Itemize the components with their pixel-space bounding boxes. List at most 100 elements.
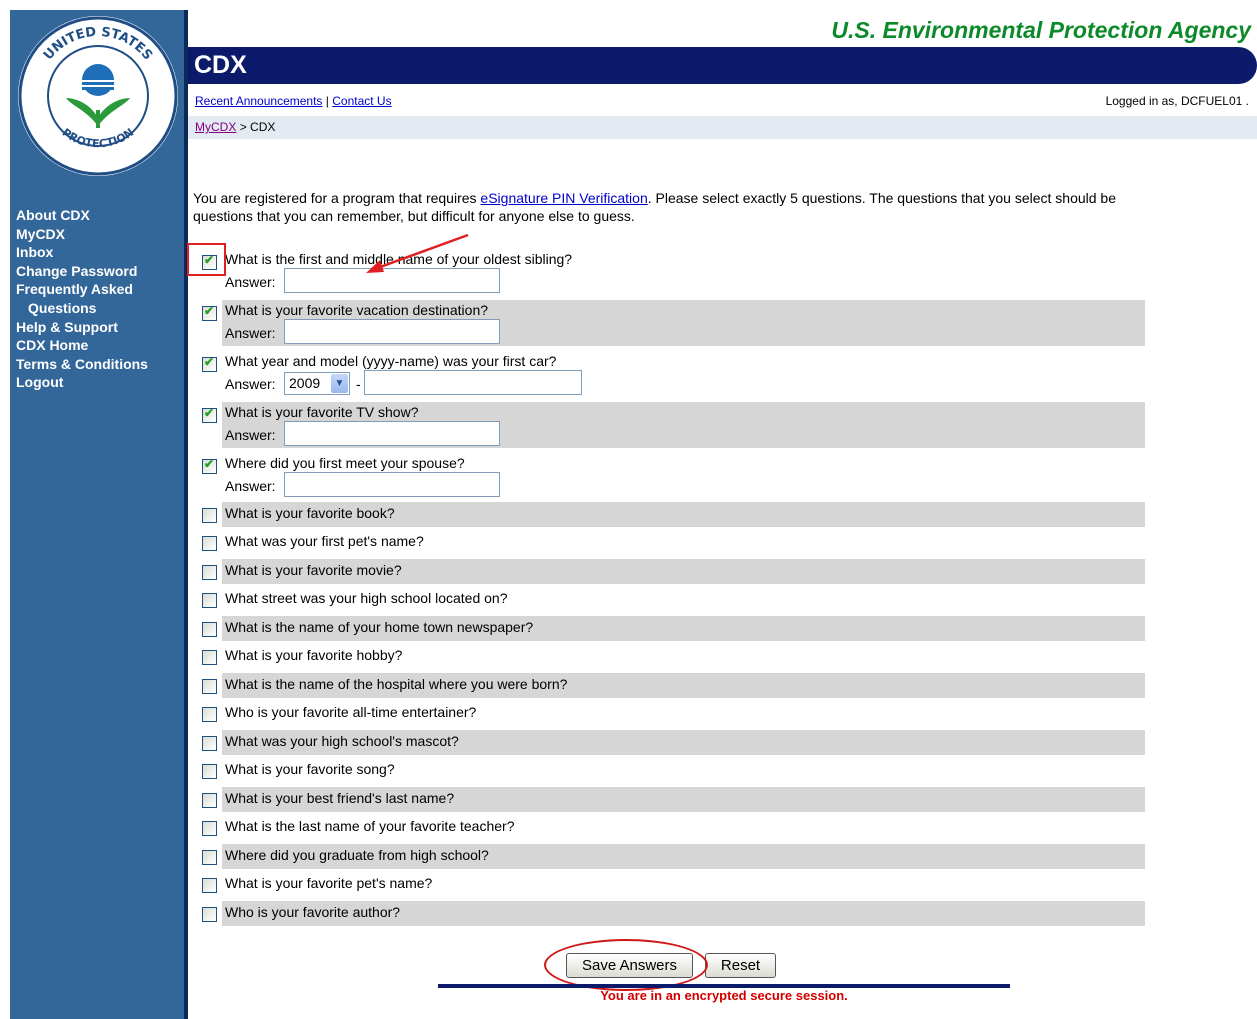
breadcrumb-current: CDX xyxy=(250,120,276,134)
question-text: What is your favorite hobby? xyxy=(225,647,403,663)
check-icon: ✔ xyxy=(204,457,215,471)
question-checkbox[interactable] xyxy=(202,793,217,808)
question-row: ✔ What is the first and middle name of y… xyxy=(194,249,1145,295)
answer-input[interactable] xyxy=(284,472,500,497)
sidebar: UNITED STATES PROTECTION About CDX MyCDX… xyxy=(10,10,188,1019)
question-row: ✔ What is your favorite vacation destina… xyxy=(194,300,1145,346)
question-text: What was your first pet's name? xyxy=(225,533,424,549)
answer-label: Answer: xyxy=(225,376,276,392)
link-separator: | xyxy=(325,94,329,108)
year-select-value: 2009 xyxy=(289,375,321,391)
answer-label: Answer: xyxy=(225,427,276,443)
breadcrumb-mycdx[interactable]: MyCDX xyxy=(195,120,236,134)
intro-text: You are registered for a program that re… xyxy=(193,189,1153,225)
question-row: What is the last name of your favorite t… xyxy=(194,815,1145,840)
question-text: What is your favorite book? xyxy=(225,505,395,521)
question-text: What is the name of your home town newsp… xyxy=(225,619,534,635)
nav-change-password[interactable]: Change Password xyxy=(16,262,148,281)
question-checkbox[interactable] xyxy=(202,878,217,893)
nav-mycdx[interactable]: MyCDX xyxy=(16,225,148,244)
breadcrumb-sep: > xyxy=(239,120,247,134)
question-checkbox[interactable]: ✔ xyxy=(202,304,217,321)
question-checkbox[interactable] xyxy=(202,907,217,922)
question-row: What is your favorite movie? xyxy=(194,559,1145,584)
question-text: Where did you graduate from high school? xyxy=(225,847,489,863)
check-icon: ✔ xyxy=(204,406,215,420)
question-row: Where did you graduate from high school? xyxy=(194,844,1145,869)
question-row: What was your high school's mascot? xyxy=(194,730,1145,755)
check-icon: ✔ xyxy=(204,304,215,318)
answer-label: Answer: xyxy=(225,325,276,341)
question-row: What is your favorite book? xyxy=(194,502,1145,527)
title-bar: CDX xyxy=(188,47,1257,84)
question-row: ✔ What is your favorite TV show? Answer: xyxy=(194,402,1145,448)
question-checkbox[interactable] xyxy=(202,650,217,665)
question-row: What is your favorite hobby? xyxy=(194,644,1145,669)
nav-faq-line2[interactable]: Questions xyxy=(16,299,148,318)
question-text: Who is your favorite all-time entertaine… xyxy=(225,704,477,720)
question-checkbox[interactable] xyxy=(202,536,217,551)
question-checkbox[interactable] xyxy=(202,850,217,865)
question-checkbox[interactable] xyxy=(202,508,217,523)
save-answers-button[interactable]: Save Answers xyxy=(566,953,693,978)
contact-us-link[interactable]: Contact Us xyxy=(332,94,391,108)
nav-inbox[interactable]: Inbox xyxy=(16,243,148,262)
question-checkbox[interactable] xyxy=(202,736,217,751)
question-text: What street was your high school located… xyxy=(225,590,508,606)
question-checkbox[interactable] xyxy=(202,593,217,608)
question-checkbox[interactable] xyxy=(202,565,217,580)
answer-input[interactable] xyxy=(284,421,500,446)
recent-announcements-link[interactable]: Recent Announcements xyxy=(195,94,322,108)
answer-input[interactable] xyxy=(284,319,500,344)
reset-button[interactable]: Reset xyxy=(705,953,776,978)
question-row: What is your favorite song? xyxy=(194,758,1145,783)
year-model-dash: - xyxy=(356,376,361,392)
year-select[interactable]: 2009 ▼ xyxy=(284,372,350,395)
question-text: What is the first and middle name of you… xyxy=(225,251,573,267)
nav-cdx-home[interactable]: CDX Home xyxy=(16,336,148,355)
nav-faq[interactable]: Frequently Asked xyxy=(16,280,148,299)
question-checkbox[interactable] xyxy=(202,764,217,779)
question-text: What is the name of the hospital where y… xyxy=(225,676,568,692)
question-checkbox[interactable]: ✔ xyxy=(202,355,217,372)
question-checkbox[interactable] xyxy=(202,707,217,722)
question-text: What is your favorite pet's name? xyxy=(225,875,433,891)
question-checkbox[interactable] xyxy=(202,821,217,836)
esignature-link[interactable]: eSignature PIN Verification xyxy=(480,190,647,206)
car-model-input[interactable] xyxy=(364,370,582,395)
question-row: ✔ What year and model (yyyy-name) was yo… xyxy=(194,351,1145,397)
answer-input[interactable] xyxy=(284,268,500,293)
question-text: What is your favorite song? xyxy=(225,761,395,777)
question-row: Who is your favorite all-time entertaine… xyxy=(194,701,1145,726)
question-row: ✔ Where did you first meet your spouse? … xyxy=(194,453,1145,499)
question-checkbox[interactable]: ✔ xyxy=(202,457,217,474)
check-icon: ✔ xyxy=(204,355,215,369)
breadcrumb: MyCDX > CDX xyxy=(188,116,1257,139)
question-text: Where did you first meet your spouse? xyxy=(225,455,465,471)
question-text: What is the last name of your favorite t… xyxy=(225,818,515,834)
question-row: What is your favorite pet's name? xyxy=(194,872,1145,897)
question-checkbox[interactable] xyxy=(202,679,217,694)
nav-about-cdx[interactable]: About CDX xyxy=(16,206,148,225)
question-text: What is your favorite vacation destinati… xyxy=(225,302,489,318)
question-row: What is the name of your home town newsp… xyxy=(194,616,1145,641)
question-row: What is the name of the hospital where y… xyxy=(194,673,1145,698)
question-checkbox[interactable] xyxy=(202,622,217,637)
nav-help-support[interactable]: Help & Support xyxy=(16,318,148,337)
top-links: Recent Announcements | Contact Us xyxy=(195,94,392,108)
chevron-down-icon[interactable]: ▼ xyxy=(331,374,348,393)
intro-before: You are registered for a program that re… xyxy=(193,190,481,206)
sidebar-nav: About CDX MyCDX Inbox Change Password Fr… xyxy=(16,206,148,392)
nav-logout[interactable]: Logout xyxy=(16,373,148,392)
agency-title: U.S. Environmental Protection Agency xyxy=(831,17,1251,43)
answer-label: Answer: xyxy=(225,274,276,290)
question-checkbox[interactable]: ✔ xyxy=(202,406,217,423)
question-text: What year and model (yyyy-name) was your… xyxy=(225,353,557,369)
question-text: What was your high school's mascot? xyxy=(225,733,459,749)
login-status: Logged in as, DCFUEL01 . xyxy=(1105,94,1249,108)
secure-session-notice: You are in an encrypted secure session. xyxy=(600,988,848,1003)
question-row: What street was your high school located… xyxy=(194,587,1145,612)
question-row: Who is your favorite author? xyxy=(194,901,1145,926)
page-title: CDX xyxy=(194,51,247,79)
nav-terms[interactable]: Terms & Conditions xyxy=(16,355,148,374)
